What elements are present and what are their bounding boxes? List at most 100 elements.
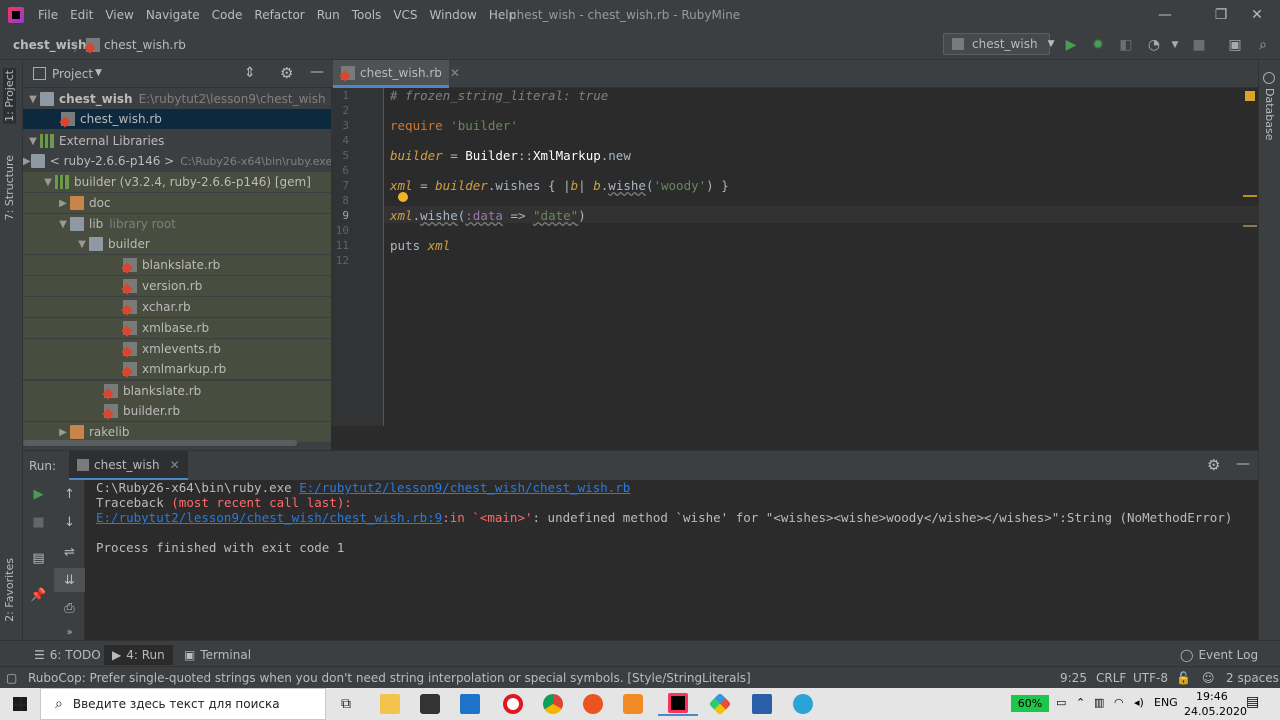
git-icon[interactable] xyxy=(700,692,740,716)
hide-panel-icon[interactable]: — xyxy=(310,64,324,80)
menu-tools[interactable]: Tools xyxy=(346,8,388,22)
expand-arrow-icon[interactable]: ▼ xyxy=(26,136,40,147)
mail-icon[interactable] xyxy=(450,692,490,716)
run-console[interactable]: C:\Ruby26-x64\bin\ruby.exe E:/rubytut2/l… xyxy=(85,480,1258,640)
clock-time[interactable]: 19:46 xyxy=(1196,690,1228,703)
network-icon[interactable]: ▥ xyxy=(1094,696,1104,709)
tree-item-file[interactable]: xmlbase.rb xyxy=(23,318,331,338)
battery-indicator[interactable]: 60% xyxy=(1011,695,1049,712)
hector-icon[interactable]: ☺ xyxy=(1202,671,1215,685)
chevron-down-icon[interactable]: ▼ xyxy=(95,68,102,78)
lock-icon[interactable]: 🔓 xyxy=(1176,671,1191,685)
menu-navigate[interactable]: Navigate xyxy=(140,8,206,22)
run-tab-chest-wish[interactable]: chest_wish ✕ xyxy=(69,451,188,481)
warning-marker[interactable] xyxy=(1243,225,1257,227)
tree-item-builder-gem[interactable]: ▼ builder (v3.2.4, ruby-2.6.6-p146) [gem… xyxy=(23,172,331,192)
ubuntu-icon[interactable] xyxy=(573,692,613,716)
tree-item-file[interactable]: blankslate.rb xyxy=(23,381,331,401)
status-message[interactable]: RuboCop: Prefer single-quoted strings wh… xyxy=(28,671,751,685)
close-tab-icon[interactable]: ✕ xyxy=(450,66,460,80)
menu-edit[interactable]: Edit xyxy=(64,8,99,22)
battery-icon[interactable]: ▭ xyxy=(1056,696,1066,709)
caret-position[interactable]: 9:25 xyxy=(1060,671,1087,685)
tree-item-rakelib[interactable]: ▶ rakelib xyxy=(23,422,331,442)
tree-item-project-root[interactable]: ▼ chest_wish E:\rubytut2\lesson9\chest_w… xyxy=(23,89,331,109)
more-run-chevron-icon[interactable]: ▼ xyxy=(1166,36,1184,54)
stop-icon[interactable]: ■ xyxy=(23,510,54,534)
expand-arrow-icon[interactable]: ▶ xyxy=(56,198,70,209)
profile-icon[interactable]: ◔ xyxy=(1145,36,1163,54)
line-separator[interactable]: CRLF xyxy=(1096,671,1126,685)
file-explorer-icon[interactable] xyxy=(370,692,410,716)
run-config-select[interactable]: chest_wish ▼ xyxy=(943,33,1054,55)
console-file-link[interactable]: E:/rubytut2/lesson9/chest_wish/chest_wis… xyxy=(299,480,630,495)
collapse-all-icon[interactable]: ⇕ xyxy=(244,65,256,81)
store-icon[interactable] xyxy=(410,692,450,716)
menu-vcs[interactable]: VCS xyxy=(387,8,423,22)
tab-terminal[interactable]: ▣ Terminal xyxy=(176,645,259,665)
tree-item-file[interactable]: blankslate.rb xyxy=(23,255,331,275)
expand-arrow-icon[interactable]: ▼ xyxy=(75,239,89,250)
gear-icon[interactable]: ⚙ xyxy=(1207,456,1220,474)
chrome-icon[interactable] xyxy=(533,692,573,716)
hide-panel-icon[interactable]: — xyxy=(1236,456,1250,472)
menu-file[interactable]: File xyxy=(32,8,64,22)
breadcrumb-file[interactable]: chest_wish.rb xyxy=(104,38,186,52)
rubymine-taskbar-icon[interactable] xyxy=(658,692,698,716)
expand-arrow-icon[interactable]: ▼ xyxy=(41,177,55,188)
tab-structure[interactable]: 7: Structure xyxy=(3,155,16,220)
menu-window[interactable]: Window xyxy=(424,8,483,22)
horizontal-scrollbar[interactable] xyxy=(23,440,297,446)
windows-start-icon[interactable] xyxy=(12,696,28,712)
tree-item-external-libraries[interactable]: ▼ External Libraries xyxy=(23,131,331,151)
pin-icon[interactable]: 📌 xyxy=(23,583,54,607)
notifications-icon[interactable]: ▤ xyxy=(1246,694,1259,710)
warning-marker[interactable] xyxy=(1243,195,1257,197)
tree-item-file[interactable]: version.rb xyxy=(23,276,331,296)
expand-arrow-icon[interactable]: ▶ xyxy=(56,427,70,438)
tab-project[interactable]: 1: Project xyxy=(3,68,16,124)
tab-run[interactable]: ▶ 4: Run xyxy=(104,645,173,665)
file-encoding[interactable]: UTF-8 xyxy=(1133,671,1168,685)
debug-icon[interactable]: ✹ xyxy=(1089,36,1107,54)
layout-icon[interactable]: ▤ xyxy=(23,546,54,570)
project-structure-icon[interactable]: ▣ xyxy=(1226,36,1244,54)
opera-icon[interactable] xyxy=(493,692,533,716)
tree-item-file[interactable]: xchar.rb xyxy=(23,297,331,317)
indent-setting[interactable]: 2 spaces xyxy=(1226,671,1279,685)
coverage-icon[interactable]: ◧ xyxy=(1117,36,1135,54)
telegram-icon[interactable] xyxy=(783,692,823,716)
inspection-warning-icon[interactable] xyxy=(1245,91,1255,101)
tree-item-lib[interactable]: ▼ lib library root xyxy=(23,214,331,234)
scroll-to-end-icon[interactable]: ⇊ xyxy=(54,568,85,592)
tree-item-file[interactable]: builder.rb xyxy=(23,401,331,421)
close-icon[interactable]: ✕ xyxy=(1234,0,1280,30)
gear-icon[interactable]: ⚙ xyxy=(280,64,293,82)
task-view-icon[interactable]: ⧉ xyxy=(326,692,366,716)
menu-view[interactable]: View xyxy=(99,8,139,22)
sublime-icon[interactable] xyxy=(613,692,653,716)
tab-database[interactable]: Database xyxy=(1263,88,1276,141)
taskbar-search-box[interactable]: ⌕ Введите здесь текст для поиска xyxy=(40,688,326,720)
tab-todo[interactable]: ☰ 6: TODO xyxy=(26,645,109,665)
lightbulb-icon[interactable] xyxy=(398,192,408,202)
rerun-icon[interactable]: ▶ xyxy=(23,482,54,506)
editor-tab-chest-wish[interactable]: chest_wish.rb ✕ xyxy=(333,60,460,88)
print-icon[interactable]: ⎙ xyxy=(54,596,85,620)
expand-arrow-icon[interactable]: ▼ xyxy=(56,219,70,230)
minimize-icon[interactable]: — xyxy=(1142,0,1188,30)
tree-item-file[interactable]: xmlmarkup.rb xyxy=(23,359,331,379)
project-panel-title[interactable]: Project xyxy=(52,67,93,81)
tab-favorites[interactable]: 2: Favorites xyxy=(3,558,16,622)
tree-item-builder-folder[interactable]: ▼ builder xyxy=(23,234,331,254)
powershell-icon[interactable] xyxy=(742,692,782,716)
language-indicator[interactable]: ENG xyxy=(1154,696,1178,709)
volume-icon[interactable]: ◂) xyxy=(1134,696,1144,709)
expand-arrow-icon[interactable]: ▶ xyxy=(23,156,31,167)
tree-item-file[interactable]: xmlevents.rb xyxy=(23,339,331,359)
menu-code[interactable]: Code xyxy=(206,8,249,22)
search-everywhere-icon[interactable]: ⌕ xyxy=(1254,36,1272,54)
run-icon[interactable]: ▶ xyxy=(1062,36,1080,54)
status-toggle-icon[interactable]: ▢ xyxy=(6,671,17,685)
expand-arrow-icon[interactable]: ▼ xyxy=(26,94,40,105)
